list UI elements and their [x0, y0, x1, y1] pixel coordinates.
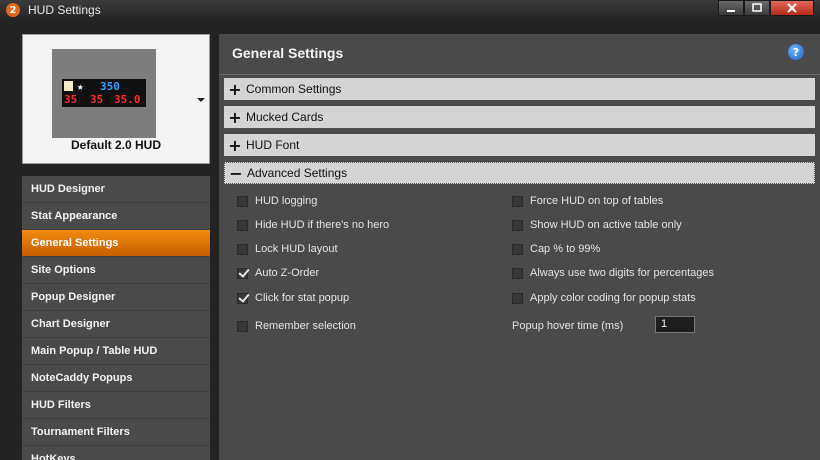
- expand-icon: +: [228, 79, 242, 99]
- checkbox-checked[interactable]: [237, 267, 248, 279]
- checkbox[interactable]: [512, 243, 523, 255]
- hud-preview-stats: ★ 350 35 35 35.0: [62, 79, 146, 107]
- hud-preview-image: ★ 350 35 35 35.0: [52, 49, 156, 138]
- option-two-digit-percentages[interactable]: Always use two digits for percentages: [512, 267, 714, 279]
- section-hud-font[interactable]: + HUD Font: [224, 134, 815, 156]
- sidebar-item-general-settings[interactable]: General Settings: [22, 230, 210, 257]
- minimize-button[interactable]: [718, 0, 744, 16]
- option-label: Apply color coding for popup stats: [530, 292, 696, 304]
- hud-preview-card[interactable]: ★ 350 35 35 35.0 Default 2.0 HUD: [22, 34, 210, 164]
- section-label: Common Settings: [246, 82, 342, 96]
- option-lock-hud-layout[interactable]: Lock HUD layout: [237, 243, 338, 255]
- sidebar-item-notecaddy-popups[interactable]: NoteCaddy Popups: [22, 365, 210, 392]
- checkbox[interactable]: [237, 320, 248, 332]
- option-click-for-stat-popup[interactable]: Click for stat popup: [237, 292, 349, 304]
- option-auto-z-order[interactable]: Auto Z-Order: [237, 267, 319, 279]
- option-cap-percent[interactable]: Cap % to 99%: [512, 243, 600, 255]
- hud-preview-top-value: 350: [100, 80, 120, 93]
- window-title: HUD Settings: [28, 3, 101, 17]
- divider: [219, 74, 820, 75]
- checkbox-checked[interactable]: [237, 292, 248, 304]
- option-hide-hud-no-hero[interactable]: Hide HUD if there's no hero: [237, 219, 389, 231]
- hud-preview-stat: 35: [64, 93, 78, 106]
- title-bar[interactable]: 2 HUD Settings: [0, 0, 820, 20]
- hud-preview-row-top: ★ 350: [62, 80, 146, 93]
- section-common-settings[interactable]: + Common Settings: [224, 78, 815, 100]
- sidebar-item-chart-designer[interactable]: Chart Designer: [22, 311, 210, 338]
- option-label: Lock HUD layout: [255, 243, 338, 255]
- settings-main-panel: General Settings ? + Common Settings + M…: [219, 34, 820, 460]
- option-label: HUD logging: [255, 195, 318, 207]
- option-force-hud-on-top[interactable]: Force HUD on top of tables: [512, 195, 663, 207]
- option-label: Force HUD on top of tables: [530, 195, 664, 207]
- section-advanced-settings[interactable]: − Advanced Settings: [224, 162, 815, 184]
- option-label: Show HUD on active table only: [530, 219, 682, 231]
- star-icon: ★: [77, 80, 84, 93]
- window-controls: [718, 0, 814, 16]
- minimize-icon: [727, 10, 735, 12]
- hud-preview-stat: 35: [90, 93, 104, 106]
- hud-profile-name: Default 2.0 HUD: [70, 138, 162, 152]
- option-hud-logging[interactable]: HUD logging: [237, 195, 317, 207]
- option-color-coding-popup[interactable]: Apply color coding for popup stats: [512, 292, 696, 304]
- hud-settings-window: 2 HUD Settings ★ 350 35 35 35.0 Default …: [0, 0, 820, 460]
- checkbox[interactable]: [512, 195, 523, 207]
- sidebar-item-tournament-filters[interactable]: Tournament Filters: [22, 419, 210, 446]
- settings-sidebar: HUD Designer Stat Appearance General Set…: [22, 176, 210, 460]
- section-label: Mucked Cards: [246, 110, 324, 124]
- checkbox[interactable]: [237, 195, 248, 207]
- option-label: Always use two digits for percentages: [530, 267, 715, 279]
- help-icon[interactable]: ?: [788, 44, 804, 60]
- app-logo-icon: 2: [6, 3, 20, 17]
- option-label: Popup hover time (ms): [512, 320, 624, 332]
- sidebar-item-hud-filters[interactable]: HUD Filters: [22, 392, 210, 419]
- checkbox[interactable]: [237, 243, 248, 255]
- note-icon: [64, 81, 73, 91]
- close-icon: [787, 3, 797, 13]
- collapse-icon: −: [229, 163, 243, 183]
- checkbox[interactable]: [512, 292, 523, 304]
- expand-icon: +: [228, 107, 242, 127]
- sidebar-item-hud-designer[interactable]: HUD Designer: [22, 176, 210, 203]
- expand-icon: +: [228, 135, 242, 155]
- section-mucked-cards[interactable]: + Mucked Cards: [224, 106, 815, 128]
- option-show-hud-active-table[interactable]: Show HUD on active table only: [512, 219, 682, 231]
- chevron-down-icon: [197, 98, 205, 102]
- checkbox[interactable]: [512, 219, 523, 231]
- maximize-icon: [752, 3, 762, 12]
- checkbox[interactable]: [237, 219, 248, 231]
- section-label: Advanced Settings: [247, 166, 348, 180]
- sidebar-item-main-popup-table-hud[interactable]: Main Popup / Table HUD: [22, 338, 210, 365]
- option-remember-selection[interactable]: Remember selection: [237, 320, 356, 332]
- sidebar-item-popup-designer[interactable]: Popup Designer: [22, 284, 210, 311]
- popup-hover-time-label: Popup hover time (ms): [512, 320, 623, 332]
- option-label: Auto Z-Order: [255, 267, 320, 279]
- page-title: General Settings: [232, 45, 344, 61]
- option-label: Remember selection: [255, 320, 356, 332]
- option-label: Hide HUD if there's no hero: [255, 219, 390, 231]
- close-button[interactable]: [770, 0, 814, 16]
- popup-hover-time-input[interactable]: 1: [655, 316, 695, 333]
- option-label: Click for stat popup: [255, 292, 350, 304]
- sidebar-item-stat-appearance[interactable]: Stat Appearance: [22, 203, 210, 230]
- sidebar-item-hotkeys[interactable]: HotKeys: [22, 446, 210, 460]
- hud-preview-row-bottom: 35 35 35.0: [62, 93, 146, 106]
- maximize-button[interactable]: [744, 0, 770, 16]
- section-label: HUD Font: [246, 138, 300, 152]
- hud-preview-stat: 35.0: [114, 93, 141, 106]
- hud-profile-dropdown-button[interactable]: [192, 34, 210, 164]
- sidebar-item-site-options[interactable]: Site Options: [22, 257, 210, 284]
- checkbox[interactable]: [512, 267, 523, 279]
- option-label: Cap % to 99%: [530, 243, 601, 255]
